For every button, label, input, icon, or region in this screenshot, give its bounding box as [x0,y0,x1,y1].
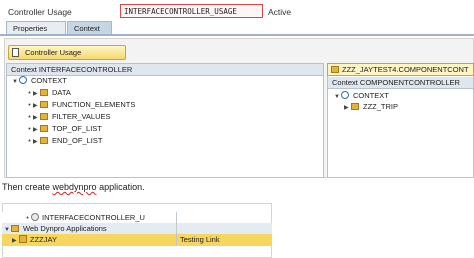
node-folder-icon [40,137,48,144]
controller-usage-button-label: Controller Usage [25,48,82,57]
context-node-icon [341,91,349,99]
status-text: Active [268,7,292,17]
context-root-label: CONTEXT [31,76,67,85]
component-context-title: Context COMPONENTCONTROLLER [328,77,473,89]
node-folder-icon [40,125,48,132]
controller-usage-field[interactable]: INTERFACECONTROLLER_USAGE [120,4,263,18]
node-folder-icon [40,113,48,120]
tree-node-label: FILTER_VALUES [52,112,111,121]
context-root-node[interactable]: ▼ CONTEXT [12,75,67,86]
applications-folder-icon [11,225,19,232]
tree-node-data[interactable]: • ▶ DATA [26,87,71,98]
web-dynpro-applications-label: Web Dynpro Applications [23,224,107,233]
expand-caret-icon[interactable]: ▼ [334,92,341,103]
instruction-suffix: application. [96,182,145,192]
component-name: ZZZ_JAYTEST4.COMPONENTCONT [342,65,469,74]
tree-node-zzz-trip[interactable]: ▶ ZZZ_TRIP [344,101,398,112]
tree-node-top-of-list[interactable]: • ▶ TOP_OF_LIST [26,123,102,134]
tree-row-interfacecontroller-content[interactable]: • INTERFACECONTROLLER_U [24,212,145,223]
tree-node-label: TOP_OF_LIST [52,124,102,133]
instruction-prefix: Then create [2,182,53,192]
application-description: Testing Link [180,235,220,244]
expand-caret-icon[interactable]: ▶ [12,236,19,247]
tree-node-label: END_OF_LIST [52,136,103,145]
application-icon [19,235,27,243]
tree-bullet-icon: • [28,114,31,121]
instruction-text: Then create webdynpro application. [2,182,145,192]
expand-caret-icon[interactable]: ▶ [33,137,40,148]
tree-node-label: FUNCTION_ELEMENTS [52,100,136,109]
instruction-keyword: webdynpro [52,182,97,192]
node-folder-icon [351,103,359,110]
component-context-root[interactable]: ▼ CONTEXT [334,90,389,101]
tree-node-filter-values[interactable]: • ▶ FILTER_VALUES [26,111,111,122]
tree-row-zzzjay-content[interactable]: ▶ ZZZJAY [12,234,57,245]
document-icon [12,48,19,57]
application-name: ZZZJAY [30,235,57,244]
interface-controller-label: INTERFACECONTROLLER_U [42,213,145,222]
tree-bullet-icon: • [28,90,31,97]
controller-usage-label: Controller Usage [8,7,72,17]
component-folder-icon [331,66,339,73]
expand-caret-icon[interactable]: ▶ [344,103,351,114]
tree-bullet-icon: • [28,138,31,145]
tab-strip-divider [0,34,474,36]
component-context-root-label: CONTEXT [353,91,389,100]
tree-bullet-icon: • [28,126,31,133]
controller-usage-button[interactable]: Controller Usage [8,45,126,60]
component-controller-header[interactable]: ZZZ_JAYTEST4.COMPONENTCONT [327,63,474,76]
tab-context[interactable]: Context [67,21,112,34]
tree-node-end-of-list[interactable]: • ▶ END_OF_LIST [26,135,102,146]
node-folder-icon [40,101,48,108]
interface-controller-icon [31,213,39,221]
context-node-icon [19,76,27,84]
tree-node-label: DATA [52,88,71,97]
tree-row-web-dynpro-applications-content[interactable]: ▼ Web Dynpro Applications [4,223,107,234]
tree-node-function-elements[interactable]: • ▶ FUNCTION_ELEMENTS [26,99,135,110]
node-folder-icon [40,89,48,96]
tree-node-label: ZZZ_TRIP [363,102,398,111]
tree-bullet-icon: • [28,102,31,109]
tab-properties[interactable]: Properties [6,21,66,34]
column-divider [176,212,177,246]
expand-caret-icon[interactable]: ▼ [12,77,19,88]
